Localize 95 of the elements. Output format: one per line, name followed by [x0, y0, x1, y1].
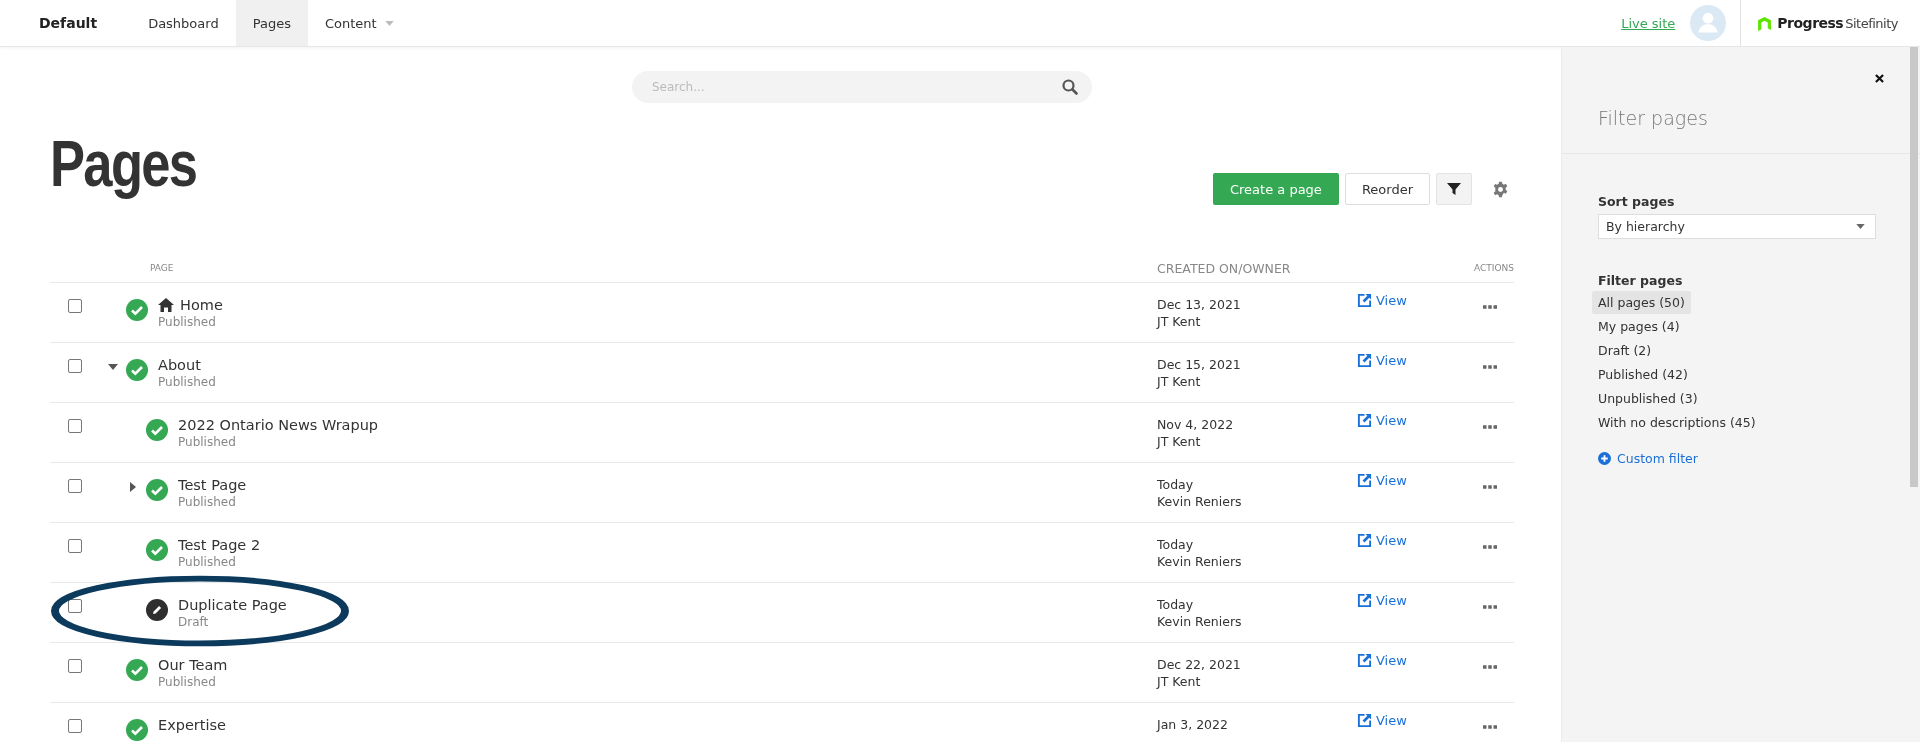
row-checkbox[interactable] — [68, 299, 82, 313]
row-checkbox[interactable] — [68, 359, 82, 373]
view-link[interactable]: View — [1357, 533, 1407, 548]
filter-option[interactable]: All pages (50) — [1592, 291, 1691, 314]
page-title-link[interactable]: Test Page 2 — [178, 537, 261, 553]
created-date: Today — [1157, 477, 1195, 492]
filter-icon — [1447, 182, 1461, 196]
view-link[interactable]: View — [1357, 713, 1407, 728]
owner-name: Kevin Reniers — [1157, 554, 1243, 569]
page-status: Published — [158, 675, 217, 689]
page-status: Published — [158, 315, 217, 329]
page-title-link[interactable]: Expertise — [158, 717, 227, 733]
external-link-icon — [1357, 713, 1372, 728]
filter-option[interactable]: Draft (2) — [1592, 339, 1658, 362]
section-label: Filter pages — [1598, 273, 1683, 288]
page-status: Published — [158, 375, 216, 389]
external-link-icon — [1357, 653, 1372, 668]
page-title-link[interactable]: About — [158, 357, 201, 373]
page-status: Draft — [178, 615, 210, 629]
owner-name: JT Kent — [1157, 434, 1202, 449]
owner-name: Kevin Reniers — [1157, 494, 1243, 509]
page-title-link[interactable]: Duplicate Page — [178, 597, 287, 613]
filter-option[interactable]: My pages (4) — [1592, 315, 1686, 338]
owner-name: JT Kent — [1157, 314, 1202, 329]
column-header: PAGE — [149, 263, 175, 273]
owner-name: Kevin Reniers — [1157, 614, 1243, 629]
external-link-icon — [1357, 413, 1372, 428]
owner-name: JT Kent — [1157, 374, 1202, 389]
row-checkbox[interactable] — [68, 419, 82, 433]
view-link[interactable]: View — [1357, 413, 1407, 428]
created-date: Dec 15, 2021 — [1157, 357, 1242, 372]
created-date: Today — [1157, 537, 1195, 552]
page-status: Published — [178, 435, 237, 449]
created-date: Jan 3, 2022 — [1157, 717, 1229, 732]
external-link-icon — [1357, 533, 1372, 548]
settings-icon[interactable] — [1492, 180, 1509, 198]
created-date: Nov 4, 2022 — [1157, 417, 1235, 432]
external-link-icon — [1357, 473, 1372, 488]
external-link-icon — [1357, 353, 1372, 368]
more-icon[interactable] — [1482, 485, 1497, 489]
filter-option[interactable]: Unpublished (3) — [1592, 387, 1704, 410]
more-icon[interactable] — [1482, 605, 1497, 609]
column-header: CREATED ON/OWNER — [1157, 260, 1292, 276]
view-link[interactable]: View — [1357, 353, 1407, 368]
section-label: Sort pages — [1598, 194, 1675, 209]
plus-circle-icon — [1598, 452, 1611, 465]
external-link-icon — [1357, 293, 1372, 308]
nav-tab[interactable]: Pages — [235, 0, 308, 46]
search-icon[interactable] — [1062, 79, 1078, 95]
reorder-button[interactable]: Reorder — [1344, 173, 1430, 205]
nav-tab[interactable]: Dashboard — [131, 0, 236, 46]
more-icon[interactable] — [1482, 545, 1497, 549]
row-checkbox[interactable] — [68, 539, 82, 553]
view-link[interactable]: View — [1357, 653, 1407, 668]
page-status: Published — [178, 495, 237, 509]
more-icon[interactable] — [1482, 725, 1497, 729]
view-link[interactable]: View — [1357, 293, 1407, 308]
column-header: ACTIONS — [1473, 263, 1514, 273]
expand-arrow-icon[interactable] — [108, 362, 118, 372]
caret-icon — [1856, 224, 1865, 229]
filter-option[interactable]: With no descriptions (45) — [1592, 411, 1762, 434]
custom-filter-link[interactable]: Custom filter — [1598, 451, 1698, 466]
site-name[interactable]: Default — [39, 15, 98, 31]
filter-button[interactable] — [1436, 173, 1472, 205]
owner-name: JT Kent — [1157, 674, 1202, 689]
external-link-icon — [1357, 593, 1372, 608]
page-title-link[interactable]: 2022 Ontario News Wrapup — [178, 417, 379, 433]
filter-option[interactable]: Published (42) — [1592, 363, 1694, 386]
search-field[interactable]: Search... — [632, 71, 1092, 103]
created-date: Today — [1157, 597, 1195, 612]
logo-text: Sitefinity — [1845, 15, 1898, 31]
page-title-link[interactable]: Home — [180, 297, 223, 313]
row-checkbox[interactable] — [68, 479, 82, 493]
sort-dropdown[interactable]: By hierarchy — [1598, 214, 1876, 239]
page-status: Published — [178, 555, 237, 569]
scrollbar[interactable] — [1910, 47, 1918, 487]
created-date: Dec 13, 2021 — [1157, 297, 1242, 312]
more-icon[interactable] — [1482, 665, 1497, 669]
close-icon[interactable] — [1875, 74, 1884, 83]
view-link[interactable]: View — [1357, 473, 1407, 488]
logo-icon — [1757, 15, 1773, 31]
logo-text: Progress — [1777, 15, 1844, 31]
expand-arrow-icon[interactable] — [128, 482, 138, 492]
row-checkbox[interactable] — [68, 659, 82, 673]
more-icon[interactable] — [1482, 425, 1497, 429]
created-date: Dec 22, 2021 — [1157, 657, 1242, 672]
row-checkbox[interactable] — [68, 719, 82, 733]
page-title-link[interactable]: Test Page — [178, 477, 247, 493]
more-icon[interactable] — [1482, 365, 1497, 369]
nav-tab[interactable]: Content — [307, 0, 411, 46]
view-link[interactable]: View — [1357, 593, 1407, 608]
more-icon[interactable] — [1482, 305, 1497, 309]
row-checkbox[interactable] — [68, 599, 82, 613]
page-title: Pages — [50, 127, 197, 201]
page-title-link[interactable]: Our Team — [158, 657, 228, 673]
